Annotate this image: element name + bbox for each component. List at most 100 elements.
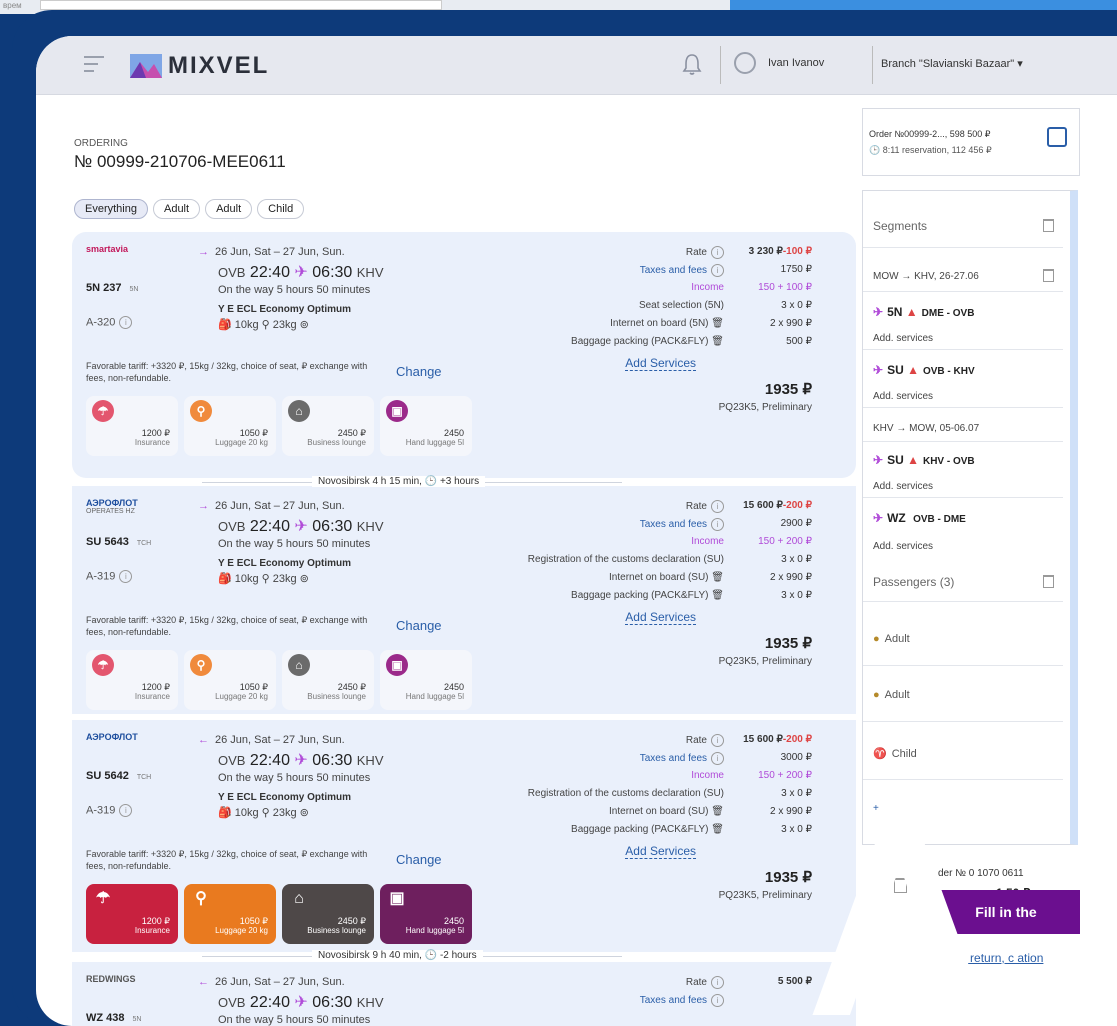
- segment-item[interactable]: ✈ WZ OVB - DME: [873, 511, 966, 525]
- service-tile[interactable]: ⌂ 2450 ₽ Business lounge: [282, 650, 374, 710]
- price-row-value: 150 + 200 ₽: [758, 536, 812, 547]
- trash-icon[interactable]: [1043, 575, 1054, 588]
- passenger-item[interactable]: ♈ Child: [873, 747, 917, 760]
- add-services-button[interactable]: Add Services: [625, 844, 696, 859]
- segment-item[interactable]: ✈ SU ▲ KHV - OVB: [873, 453, 975, 467]
- user-name[interactable]: Ivan Ivanov: [768, 57, 824, 69]
- flight-card: АЭРОФЛОТ SU 5642 TCH A-319 i ← 26 Jun, Sat – 2…: [72, 720, 856, 952]
- passenger-item[interactable]: ● Adult: [873, 689, 910, 701]
- header-divider: [872, 46, 873, 84]
- divider: [863, 721, 1063, 722]
- info-icon[interactable]: i: [711, 518, 724, 531]
- service-tile[interactable]: ▣ 2450 Hand luggage 5l: [380, 396, 472, 456]
- service-tile[interactable]: ⚲ 1050 ₽ Luggage 20 kg: [184, 396, 276, 456]
- info-icon[interactable]: i: [119, 804, 133, 817]
- trash-icon[interactable]: [1043, 269, 1054, 282]
- price-row-label: Rate i: [686, 976, 724, 989]
- logo[interactable]: MIXVEL: [130, 52, 269, 80]
- add-services-button[interactable]: Add Services: [625, 610, 696, 625]
- change-tariff-button[interactable]: Change: [396, 618, 442, 633]
- add-services-link[interactable]: Add. services: [873, 481, 933, 492]
- change-tariff-button[interactable]: Change: [396, 364, 442, 379]
- info-icon[interactable]: i: [711, 734, 724, 747]
- flight-card: АЭРОФЛОТ OPERATES HZ SU 5643 TCH A-319 i → 26 J…: [72, 486, 856, 714]
- service-tile[interactable]: ▣ 2450 Hand luggage 5l: [380, 650, 472, 710]
- pq-status: PQ23K5, Preliminary: [718, 402, 812, 413]
- service-tile[interactable]: ⚲ 1050 ₽ Luggage 20 kg: [184, 884, 276, 944]
- add-services-link[interactable]: Add. services: [873, 541, 933, 552]
- trash-icon[interactable]: [1043, 219, 1054, 232]
- tariff-name: Y E ECL Economy Optimum: [218, 792, 351, 803]
- add-services-button[interactable]: Add Services: [625, 356, 696, 371]
- filter-chip-child[interactable]: Child: [257, 199, 305, 219]
- info-icon[interactable]: i: [119, 570, 133, 583]
- service-tile[interactable]: ☂ 1200 ₽ Insurance: [86, 650, 178, 710]
- new-order-icon[interactable]: [1047, 127, 1067, 147]
- segment-item[interactable]: ✈ SU ▲ OVB - KHV: [873, 363, 975, 377]
- price-row-value: 2900 ₽: [780, 518, 812, 529]
- divider: [863, 665, 1063, 666]
- info-icon[interactable]: i: [119, 316, 133, 329]
- change-tariff-button[interactable]: Change: [396, 852, 442, 867]
- order-summary[interactable]: Order №00999-2..., 598 500 ₽ 🕒 8:11 rese…: [862, 108, 1080, 176]
- tariff-name: Y E ECL Economy Optimum: [218, 558, 351, 569]
- service-tile[interactable]: ☂ 1200 ₽ Insurance: [86, 396, 178, 456]
- price-row-value: 500 ₽: [786, 336, 812, 347]
- menu-icon[interactable]: [84, 56, 104, 77]
- watermark-letter: A: [806, 781, 994, 1026]
- service-tile[interactable]: ⌂ 2450 ₽ Business lounge: [282, 396, 374, 456]
- pq-status: PQ23K5, Preliminary: [718, 890, 812, 901]
- passenger-filters: Everything Adult Adult Child: [74, 199, 305, 219]
- add-services-link[interactable]: Add. services: [873, 333, 933, 344]
- person-icon: ●: [873, 633, 880, 645]
- divider: [863, 349, 1063, 350]
- favorable-tariff-note: Favorable tariff: +3320 ₽, 15kg / 32kg, …: [86, 849, 368, 871]
- order-reservation-line: 🕒 8:11 reservation, 112 456 ₽: [869, 145, 992, 155]
- airline-logo: АЭРОФЛОТ OPERATES HZ: [86, 498, 138, 515]
- service-icon: ☂: [92, 400, 114, 422]
- add-services-link[interactable]: Add. services: [873, 391, 933, 402]
- price-row-label: Income: [691, 770, 724, 781]
- flight-dates: → 26 Jun, Sat – 27 Jun, Sun.: [198, 500, 345, 512]
- passenger-item[interactable]: ● Adult: [873, 633, 910, 645]
- service-icon: ☂: [95, 890, 111, 907]
- aircraft-type: A-319 i: [86, 804, 133, 817]
- info-icon[interactable]: i: [711, 264, 724, 277]
- filter-chip-everything[interactable]: Everything: [74, 199, 148, 219]
- filter-chip-adult[interactable]: Adult: [205, 199, 253, 219]
- branch-selector[interactable]: Branch "Slavianski Bazaar" ▾: [881, 57, 1023, 70]
- order-number: № 00999-210706-MEE0611: [74, 152, 286, 171]
- plane-icon: ✈: [289, 752, 313, 769]
- info-icon[interactable]: i: [711, 500, 724, 513]
- layover-info: Novosibirsk 4 h 15 min, 🕒 +3 hours: [312, 476, 486, 487]
- plane-icon: ✈: [873, 363, 884, 377]
- service-tile[interactable]: ▣ 2450 Hand luggage 5l: [380, 884, 472, 944]
- info-icon[interactable]: i: [711, 246, 724, 259]
- info-icon[interactable]: i: [711, 976, 724, 989]
- price-row-value: 3 230 ₽-100 ₽: [748, 246, 812, 257]
- filter-chip-adult[interactable]: Adult: [152, 199, 201, 219]
- price-row-label: Income: [691, 282, 724, 293]
- service-tile[interactable]: ☂ 1200 ₽ Insurance: [86, 884, 178, 944]
- flight-dates: ← 26 Jun, Sat – 27 Jun, Sun.: [198, 976, 345, 988]
- service-name: Business lounge: [307, 926, 366, 935]
- service-name: Luggage 20 kg: [215, 692, 268, 701]
- flight-dates: → 26 Jun, Sat – 27 Jun, Sun.: [198, 246, 345, 258]
- info-icon[interactable]: i: [711, 994, 724, 1007]
- header-divider: [720, 46, 721, 84]
- flight-duration: On the way 5 hours 50 minutes: [218, 772, 371, 784]
- divider: [863, 247, 1063, 248]
- price-row-label: Internet on board (5N) 🗑: [610, 318, 724, 329]
- price-row-label: Rate i: [686, 734, 724, 747]
- service-icon: ⌂: [294, 890, 304, 907]
- service-tile[interactable]: ⌂ 2450 ₽ Business lounge: [282, 884, 374, 944]
- flight-duration: On the way 5 hours 50 minutes: [218, 538, 371, 550]
- price-row-value: 3000 ₽: [780, 752, 812, 763]
- service-name: Business lounge: [307, 692, 366, 701]
- avatar[interactable]: [734, 52, 756, 74]
- segment-item[interactable]: ✈ 5N ▲ DME - OVB: [873, 305, 974, 319]
- info-icon[interactable]: i: [711, 752, 724, 765]
- bell-icon[interactable]: [681, 52, 703, 76]
- service-icon: ⚲: [190, 654, 212, 676]
- service-tile[interactable]: ⚲ 1050 ₽ Luggage 20 kg: [184, 650, 276, 710]
